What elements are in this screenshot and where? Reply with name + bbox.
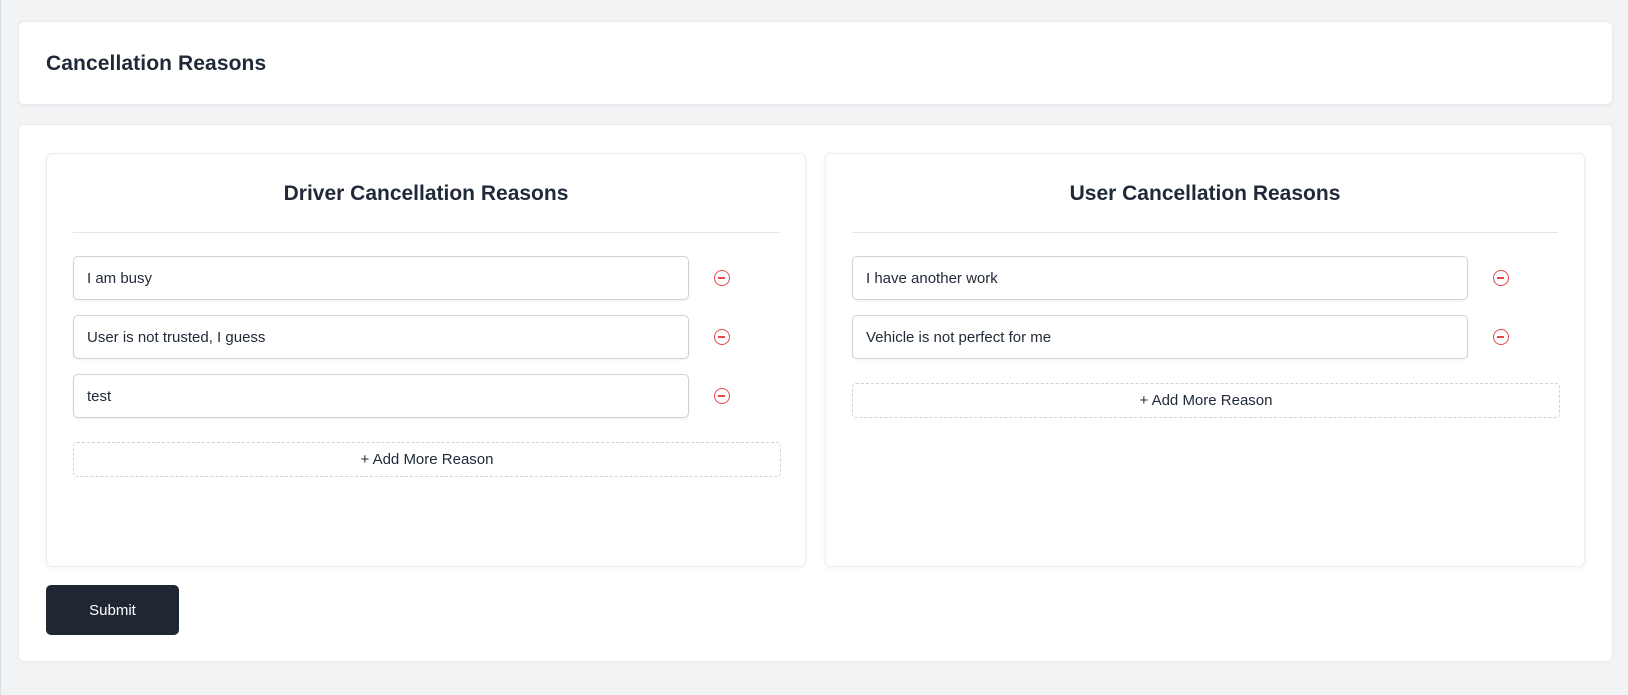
remove-reason-button[interactable] <box>1493 270 1509 286</box>
page-header: Cancellation Reasons <box>18 21 1613 105</box>
user-reason-input[interactable] <box>852 256 1468 300</box>
minus-circle-icon <box>1497 277 1504 279</box>
user-reason-row <box>852 256 1532 300</box>
driver-reasons-panel: Driver Cancellation Reasons + Add More R… <box>46 153 806 567</box>
remove-reason-button[interactable] <box>714 329 730 345</box>
remove-reason-button[interactable] <box>714 388 730 404</box>
left-rail <box>0 0 1 695</box>
driver-reason-row <box>73 256 753 300</box>
driver-reason-input[interactable] <box>73 374 689 418</box>
driver-add-reason-button[interactable]: + Add More Reason <box>73 442 781 477</box>
user-panel-title: User Cancellation Reasons <box>1069 182 1341 205</box>
minus-circle-icon <box>718 395 725 397</box>
minus-circle-icon <box>718 336 725 338</box>
user-reason-row <box>852 315 1532 359</box>
submit-button[interactable]: Submit <box>46 585 179 635</box>
user-add-reason-button[interactable]: + Add More Reason <box>852 383 1560 418</box>
remove-reason-button[interactable] <box>714 270 730 286</box>
main-card: Driver Cancellation Reasons + Add More R… <box>18 124 1613 662</box>
page-title: Cancellation Reasons <box>46 52 267 75</box>
minus-circle-icon <box>1497 336 1504 338</box>
driver-reason-input[interactable] <box>73 256 689 300</box>
driver-reason-row <box>73 374 753 418</box>
user-reason-input[interactable] <box>852 315 1468 359</box>
driver-reason-input[interactable] <box>73 315 689 359</box>
divider <box>73 232 779 233</box>
driver-panel-title: Driver Cancellation Reasons <box>283 182 569 205</box>
driver-reason-row <box>73 315 753 359</box>
divider <box>852 232 1558 233</box>
user-reasons-panel: User Cancellation Reasons + Add More Rea… <box>825 153 1585 567</box>
remove-reason-button[interactable] <box>1493 329 1509 345</box>
minus-circle-icon <box>718 277 725 279</box>
